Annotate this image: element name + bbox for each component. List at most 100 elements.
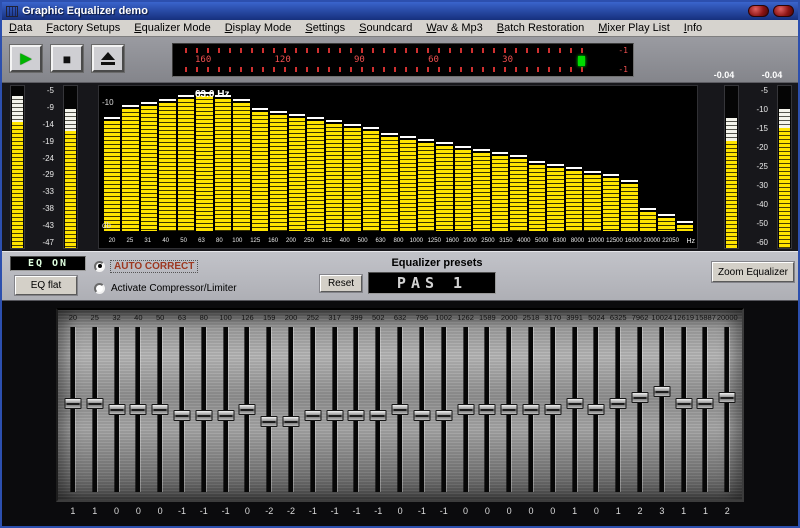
- band-slider-track[interactable]: [398, 327, 402, 492]
- band-slider-track[interactable]: [93, 327, 97, 492]
- zoom-equalizer-button[interactable]: Zoom Equalizer: [712, 262, 794, 282]
- band-slider-thumb[interactable]: [261, 416, 278, 427]
- band-slider-track[interactable]: [703, 327, 707, 492]
- band-slider-track[interactable]: [376, 327, 380, 492]
- stop-button[interactable]: ■: [51, 45, 83, 72]
- frequency-tick-label: 1000: [408, 238, 424, 244]
- auto-correct-label[interactable]: AUTO CORRECT: [111, 261, 197, 272]
- band-frequency-label: 1002: [433, 313, 455, 322]
- meter-cap: [12, 96, 23, 122]
- band-slider-track[interactable]: [202, 327, 206, 492]
- band-slider-thumb[interactable]: [697, 398, 714, 409]
- band-slider-thumb[interactable]: [239, 404, 256, 415]
- menu-item[interactable]: Factory Setups: [39, 21, 127, 35]
- band-slider-track[interactable]: [158, 327, 162, 492]
- reset-button[interactable]: Reset: [320, 275, 362, 292]
- band-slider-thumb[interactable]: [370, 410, 387, 421]
- band-slider-track[interactable]: [616, 327, 620, 492]
- menu-item[interactable]: Info: [677, 21, 709, 35]
- band-slider-track[interactable]: [485, 327, 489, 492]
- band-slider-thumb[interactable]: [86, 398, 103, 409]
- band-slider-thumb[interactable]: [195, 410, 212, 421]
- menu-item[interactable]: Display Mode: [218, 21, 299, 35]
- band-slider-thumb[interactable]: [130, 404, 147, 415]
- auto-correct-radio[interactable]: [94, 261, 105, 272]
- band-slider-thumb[interactable]: [413, 410, 430, 421]
- band-slider-thumb[interactable]: [283, 416, 300, 427]
- band-slider-thumb[interactable]: [522, 404, 539, 415]
- band-slider-thumb[interactable]: [479, 404, 496, 415]
- band-slider-thumb[interactable]: [152, 404, 169, 415]
- band-slider-track[interactable]: [136, 327, 140, 492]
- band-slider-thumb[interactable]: [304, 410, 321, 421]
- band-slider-track[interactable]: [354, 327, 358, 492]
- band-frequency-label: 200: [280, 313, 302, 322]
- band-slider-track[interactable]: [420, 327, 424, 492]
- band-slider-thumb[interactable]: [588, 404, 605, 415]
- band-slider-thumb[interactable]: [392, 404, 409, 415]
- band-gain-value: 0: [149, 506, 171, 516]
- band-slider-track[interactable]: [573, 327, 577, 492]
- band-slider-track[interactable]: [594, 327, 598, 492]
- band-slider-thumb[interactable]: [632, 392, 649, 403]
- band-slider-thumb[interactable]: [217, 410, 234, 421]
- band-slider-thumb[interactable]: [501, 404, 518, 415]
- band-slider-thumb[interactable]: [719, 392, 736, 403]
- band-slider-track[interactable]: [551, 327, 555, 492]
- band-slider-thumb[interactable]: [566, 398, 583, 409]
- band-frequency-label: 5024: [586, 313, 608, 322]
- band-slider-track[interactable]: [267, 327, 271, 492]
- band-slider-thumb[interactable]: [173, 410, 190, 421]
- menu-item[interactable]: Wav & Mp3: [419, 21, 489, 35]
- band-slider-thumb[interactable]: [348, 410, 365, 421]
- menu-item[interactable]: Batch Restoration: [490, 21, 591, 35]
- compressor-label[interactable]: Activate Compressor/Limiter: [111, 283, 237, 294]
- menu-item[interactable]: Settings: [298, 21, 352, 35]
- band-slider-track[interactable]: [115, 327, 119, 492]
- menu-item[interactable]: Data: [2, 21, 39, 35]
- analyzer-section: -5-9-14-19-24-29-33-38-43-47 63.0 Hz -10…: [2, 83, 798, 251]
- scale-label: -5: [31, 87, 54, 95]
- band-slider-thumb[interactable]: [64, 398, 81, 409]
- band-slider-track[interactable]: [660, 327, 664, 492]
- band-slider-track[interactable]: [725, 327, 729, 492]
- menu-item[interactable]: Equalizer Mode: [127, 21, 217, 35]
- band-slider-track[interactable]: [682, 327, 686, 492]
- band-gain-value: -1: [367, 506, 389, 516]
- titlebar[interactable]: Graphic Equalizer demo: [2, 2, 798, 20]
- band-slider-track[interactable]: [224, 327, 228, 492]
- frequency-tick-label: 4000: [516, 238, 532, 244]
- band-slider-track[interactable]: [529, 327, 533, 492]
- band-slider-track[interactable]: [180, 327, 184, 492]
- band-slider-track[interactable]: [442, 327, 446, 492]
- frequency-tick-label: 3150: [498, 238, 514, 244]
- band-slider-track[interactable]: [71, 327, 75, 492]
- play-button[interactable]: ▶: [10, 45, 42, 72]
- eq-flat-button[interactable]: EQ flat: [15, 276, 77, 295]
- band-gain-value: 0: [127, 506, 149, 516]
- minimize-button[interactable]: [748, 5, 769, 17]
- band-gain-value: 1: [84, 506, 106, 516]
- band-slider-thumb[interactable]: [675, 398, 692, 409]
- band-slider-track[interactable]: [638, 327, 642, 492]
- menu-item[interactable]: Mixer Play List: [591, 21, 677, 35]
- band-slider-thumb[interactable]: [457, 404, 474, 415]
- close-button[interactable]: [773, 5, 794, 17]
- band-slider-track[interactable]: [245, 327, 249, 492]
- eq-band: 80: [193, 310, 215, 500]
- band-slider-track[interactable]: [464, 327, 468, 492]
- band-slider-thumb[interactable]: [544, 404, 561, 415]
- band-slider-track[interactable]: [507, 327, 511, 492]
- band-slider-track[interactable]: [311, 327, 315, 492]
- eq-band: 63: [171, 310, 193, 500]
- band-slider-track[interactable]: [333, 327, 337, 492]
- menu-item[interactable]: Soundcard: [352, 21, 419, 35]
- band-slider-thumb[interactable]: [108, 404, 125, 415]
- band-slider-thumb[interactable]: [653, 386, 670, 397]
- band-slider-thumb[interactable]: [610, 398, 627, 409]
- compressor-radio[interactable]: [94, 283, 105, 294]
- band-slider-thumb[interactable]: [326, 410, 343, 421]
- band-slider-thumb[interactable]: [435, 410, 452, 421]
- band-slider-track[interactable]: [289, 327, 293, 492]
- eject-button[interactable]: [92, 45, 124, 72]
